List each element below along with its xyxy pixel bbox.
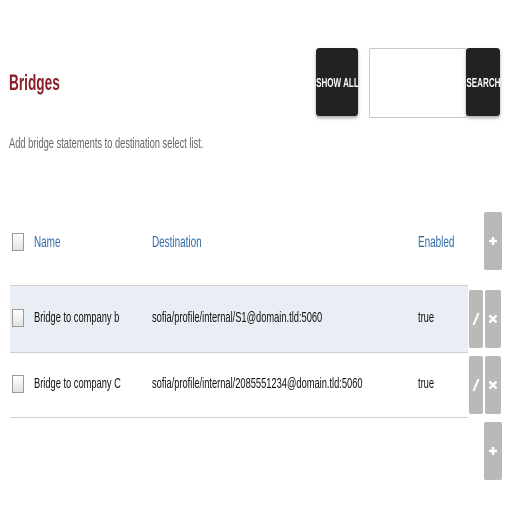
row-destination: sofia/profile/internal/S1@domain.tld:506… <box>152 309 323 326</box>
row-name[interactable]: Bridge to company b <box>34 309 172 326</box>
show-all-button[interactable]: SHOW ALL <box>316 48 358 116</box>
delete-button[interactable] <box>485 290 501 348</box>
search-button[interactable]: SEARCH <box>466 48 500 116</box>
x-icon <box>488 314 498 324</box>
edit-button[interactable] <box>469 356 483 414</box>
row-checkbox[interactable] <box>12 309 24 327</box>
page-description: Add bridge statements to destination sel… <box>9 135 204 152</box>
column-header-destination[interactable]: Destination <box>152 234 232 252</box>
pencil-icon <box>472 312 480 326</box>
x-icon <box>488 380 498 390</box>
plus-icon <box>489 237 497 245</box>
pencil-icon <box>472 378 480 392</box>
column-header-enabled[interactable]: Enabled <box>418 234 477 252</box>
add-bridge-button-bottom[interactable] <box>484 422 502 480</box>
edit-button[interactable] <box>469 290 483 348</box>
select-all-checkbox[interactable] <box>12 233 24 251</box>
add-bridge-button[interactable] <box>484 212 502 270</box>
row-divider <box>10 352 468 353</box>
row-enabled: true <box>418 375 435 392</box>
column-header-name[interactable]: Name <box>34 234 77 252</box>
row-enabled: true <box>418 309 435 326</box>
row-checkbox[interactable] <box>12 375 24 393</box>
row-divider <box>10 417 468 418</box>
plus-icon <box>489 447 497 455</box>
delete-button[interactable] <box>485 356 501 414</box>
page-title: Bridges <box>9 70 60 95</box>
search-input[interactable] <box>369 48 467 118</box>
